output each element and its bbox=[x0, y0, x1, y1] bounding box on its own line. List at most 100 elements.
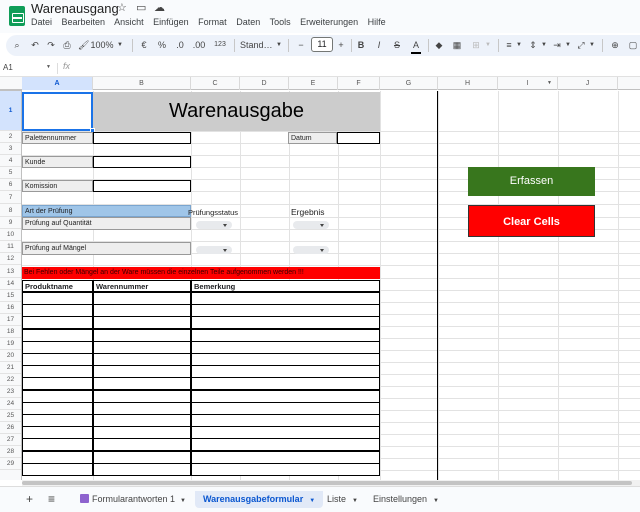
row-header-13[interactable]: 13 bbox=[0, 265, 21, 278]
star-icon[interactable]: ☆ bbox=[117, 1, 127, 14]
table-cell[interactable] bbox=[22, 401, 93, 415]
table-cell[interactable] bbox=[22, 414, 93, 427]
table-cell[interactable] bbox=[22, 450, 93, 464]
table-cell[interactable] bbox=[191, 462, 380, 476]
print-icon[interactable]: ⎙ bbox=[62, 38, 72, 52]
table-cell[interactable] bbox=[191, 438, 380, 452]
table-cell[interactable] bbox=[191, 328, 380, 342]
row-header-18[interactable]: 18 bbox=[0, 326, 21, 338]
table-cell[interactable] bbox=[93, 377, 191, 391]
column-filter-dropdown-icon[interactable]: ▼ bbox=[547, 77, 552, 90]
table-cell[interactable] bbox=[191, 377, 380, 391]
table-cell[interactable] bbox=[22, 292, 93, 305]
row-header-27[interactable]: 27 bbox=[0, 434, 21, 446]
font-dropdown-icon[interactable]: ▼ bbox=[276, 38, 282, 52]
add-sheet-button[interactable]: + bbox=[26, 491, 33, 508]
zoom-dropdown-icon[interactable]: ▼ bbox=[117, 38, 123, 52]
table-cell[interactable] bbox=[22, 316, 93, 330]
table-cell[interactable] bbox=[191, 450, 380, 464]
table-cell[interactable] bbox=[93, 438, 191, 452]
row-header-22[interactable]: 22 bbox=[0, 374, 21, 386]
menu-datei[interactable]: Datei bbox=[31, 17, 52, 27]
input-palettennummer[interactable] bbox=[93, 132, 191, 144]
table-cell[interactable] bbox=[93, 462, 191, 476]
table-cell[interactable] bbox=[93, 450, 191, 464]
input-datum[interactable] bbox=[337, 132, 380, 144]
table-cell[interactable] bbox=[93, 316, 191, 330]
table-cell[interactable] bbox=[191, 389, 380, 403]
table-cell[interactable] bbox=[93, 353, 191, 366]
menu-tools[interactable]: Tools bbox=[270, 17, 291, 27]
tab-dropdown-icon[interactable]: ▼ bbox=[352, 498, 358, 504]
number-format-button[interactable]: 123 bbox=[212, 38, 228, 52]
table-cell[interactable] bbox=[22, 365, 93, 379]
name-box[interactable]: A1 bbox=[3, 63, 13, 72]
selected-cell-a1[interactable] bbox=[22, 92, 93, 131]
column-header-i[interactable]: I ▼ bbox=[498, 77, 558, 90]
row-header-19[interactable]: 19 bbox=[0, 338, 21, 350]
input-komission[interactable] bbox=[93, 180, 191, 192]
insert-comment-icon[interactable]: ▢ bbox=[628, 38, 638, 52]
table-cell[interactable] bbox=[22, 389, 93, 403]
result-dropdown-quantitaet[interactable] bbox=[293, 221, 329, 229]
table-cell[interactable] bbox=[191, 426, 380, 440]
row-header-11[interactable]: 11 bbox=[0, 241, 21, 253]
menu-hilfe[interactable]: Hilfe bbox=[368, 17, 386, 27]
status-dropdown-quantitaet[interactable] bbox=[196, 221, 232, 229]
row-header-28[interactable]: 28 bbox=[0, 446, 21, 458]
row-header-3[interactable]: 3 bbox=[0, 143, 21, 155]
cloud-status-icon[interactable]: ☁ bbox=[154, 1, 165, 14]
row-header-12[interactable]: 12 bbox=[0, 253, 21, 265]
column-header-e[interactable]: E bbox=[289, 77, 338, 90]
row-header-14[interactable]: 14 bbox=[0, 278, 21, 290]
strikethrough-icon[interactable]: S bbox=[392, 38, 402, 52]
document-title[interactable]: Warenausgang bbox=[31, 1, 119, 16]
column-header-g[interactable]: G bbox=[380, 77, 438, 90]
tab-dropdown-icon[interactable]: ▼ bbox=[433, 498, 439, 504]
table-cell[interactable] bbox=[191, 353, 380, 366]
column-header-j[interactable]: J bbox=[558, 77, 618, 90]
paint-format-icon[interactable]: 🖌 bbox=[78, 38, 89, 52]
redo-icon[interactable]: ↷ bbox=[46, 38, 56, 52]
text-rotation-icon[interactable]: ⤢ bbox=[576, 38, 586, 52]
fill-color-icon[interactable]: ◆ bbox=[434, 38, 444, 52]
row-header-1[interactable]: 1 bbox=[0, 91, 21, 131]
table-cell[interactable] bbox=[93, 401, 191, 415]
row-header-17[interactable]: 17 bbox=[0, 314, 21, 326]
table-cell[interactable] bbox=[93, 292, 191, 305]
table-cell[interactable] bbox=[191, 340, 380, 354]
row-header-29[interactable]: 29 bbox=[0, 458, 21, 470]
row-header-23[interactable]: 23 bbox=[0, 386, 21, 398]
font-size-decrease-button[interactable]: − bbox=[296, 38, 306, 52]
currency-button[interactable]: € bbox=[139, 38, 149, 52]
table-cell[interactable] bbox=[22, 340, 93, 354]
row-header-15[interactable]: 15 bbox=[0, 290, 21, 302]
status-dropdown-maengel[interactable] bbox=[196, 246, 232, 254]
column-header-d[interactable]: D bbox=[240, 77, 289, 90]
tab-formularantworten[interactable]: Formularantworten 1 ▼ bbox=[76, 491, 190, 508]
table-cell[interactable] bbox=[93, 426, 191, 440]
italic-icon[interactable]: I bbox=[374, 38, 384, 52]
zoom-select[interactable]: 100% bbox=[90, 38, 114, 52]
text-wrapping-dropdown-icon[interactable]: ▼ bbox=[565, 38, 571, 52]
table-cell[interactable] bbox=[191, 316, 380, 330]
vertical-align-icon[interactable]: ⇕ bbox=[528, 38, 538, 52]
bold-icon[interactable]: B bbox=[356, 38, 366, 52]
row-header-9[interactable]: 9 bbox=[0, 217, 21, 229]
row-header-2[interactable]: 2 bbox=[0, 131, 21, 143]
undo-icon[interactable]: ↶ bbox=[30, 38, 40, 52]
horizontal-align-icon[interactable]: ≡ bbox=[504, 38, 514, 52]
insert-link-icon[interactable]: ⊕ bbox=[610, 38, 620, 52]
sheets-logo-icon[interactable] bbox=[9, 6, 25, 26]
table-cell[interactable] bbox=[93, 389, 191, 403]
table-cell[interactable] bbox=[22, 462, 93, 476]
column-header-c[interactable]: C bbox=[191, 77, 240, 90]
text-rotation-dropdown-icon[interactable]: ▼ bbox=[589, 38, 595, 52]
table-cell[interactable] bbox=[191, 292, 380, 305]
column-header-a[interactable]: A bbox=[22, 77, 93, 90]
row-header-24[interactable]: 24 bbox=[0, 398, 21, 410]
row-header-21[interactable]: 21 bbox=[0, 362, 21, 374]
percent-button[interactable]: % bbox=[157, 38, 167, 52]
table-cell[interactable] bbox=[22, 426, 93, 440]
text-wrapping-icon[interactable]: ⇥ bbox=[552, 38, 562, 52]
